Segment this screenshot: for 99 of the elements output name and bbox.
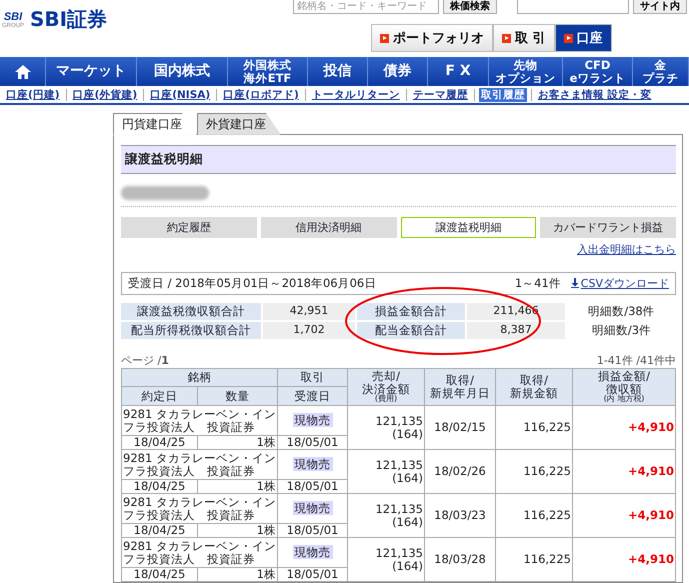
column-header: 受渡日 xyxy=(278,386,348,406)
report-tab[interactable]: 約定履歴 xyxy=(121,216,257,238)
site-search-button[interactable]: サイト内 xyxy=(633,0,687,14)
table-cell: 116,225 xyxy=(496,538,572,582)
table-cell: 9281 タカラレーベン・インフラ投資法人 投資証券 xyxy=(122,406,278,436)
table-cell: 18/05/01 xyxy=(278,524,348,538)
quick-button[interactable]: 口座 xyxy=(554,24,612,52)
logo-text: SBI証券 xyxy=(30,6,108,33)
detail-count: 明細数/38件 xyxy=(587,302,656,320)
table-cell: 18/05/01 xyxy=(278,480,348,494)
subnav-link[interactable]: テーマ履歴 xyxy=(410,88,470,102)
summary-value: 42,951 xyxy=(263,302,355,320)
column-header: 取引 xyxy=(278,368,348,387)
column-header: 取得/ 新規金額 xyxy=(496,368,572,406)
table-cell: 9281 タカラレーベン・インフラ投資法人 投資証券 xyxy=(122,494,278,524)
table-cell: 1株 xyxy=(198,568,278,582)
home-icon xyxy=(14,64,32,80)
table-cell: 現物売 xyxy=(278,450,348,480)
page-indicator: ページ /1 xyxy=(121,352,169,368)
table-cell: 9281 タカラレーベン・インフラ投資法人 投資証券 xyxy=(122,538,278,568)
column-header: 売却/ 決済金額 (費用) xyxy=(348,368,424,406)
table-cell: 現物売 xyxy=(278,494,348,524)
table-cell: 18/04/25 xyxy=(122,568,198,582)
subnav-link[interactable]: トータルリターン xyxy=(310,88,402,102)
nav-tab[interactable]: 外国株式 海外ETF xyxy=(228,57,308,86)
table-cell: 116,225 xyxy=(496,494,572,538)
nav-tab[interactable]: 債券 xyxy=(368,57,428,86)
result-range: 1-41件 /41件中 xyxy=(596,352,676,368)
table-cell: 121,135 (164) xyxy=(348,494,424,538)
summary-label: 譲渡益税徴収額合計 xyxy=(121,302,261,320)
table-cell: 18/04/25 xyxy=(122,436,198,450)
nav-tab[interactable]: マーケット xyxy=(46,57,137,86)
quick-button[interactable]: 取 引 xyxy=(493,24,555,52)
nav-tab[interactable]: CFD eワラント xyxy=(563,57,633,86)
detail-count: 明細数/3件 xyxy=(590,322,652,339)
column-header: 数量 xyxy=(198,386,278,406)
nav-tab[interactable]: 国内株式 xyxy=(137,57,228,86)
subnav-link[interactable]: 取引履歴 xyxy=(478,88,527,102)
table-cell: +4,910 xyxy=(572,494,676,538)
logo-mark: SBI xyxy=(4,10,22,22)
table-cell: 9281 タカラレーベン・インフラ投資法人 投資証券 xyxy=(122,450,278,480)
table-cell: +4,910 xyxy=(572,538,676,582)
table-cell: 18/04/25 xyxy=(122,524,198,538)
home-button[interactable] xyxy=(0,57,46,86)
cash-statement-link[interactable]: 入出金明細はこちら xyxy=(577,242,676,257)
table-cell: 18/02/15 xyxy=(424,406,496,450)
table-cell: 18/03/28 xyxy=(424,538,496,582)
table-cell: 18/02/26 xyxy=(424,450,496,494)
subnav-link[interactable]: 口座(外貨建) xyxy=(70,88,140,102)
table-cell: 121,135 (164) xyxy=(348,406,424,450)
site-search-field[interactable] xyxy=(517,0,629,14)
table-cell: 116,225 xyxy=(496,406,572,450)
subnav-link[interactable]: お客さま情報 設定・変 xyxy=(536,88,654,102)
table-cell: +4,910 xyxy=(572,450,676,494)
column-header: 銘柄 xyxy=(122,368,278,387)
summary-label: 損益金額合計 xyxy=(357,302,465,320)
column-header: 損益金額/ 徴収額 (内 地方税) xyxy=(572,368,676,406)
flag-icon xyxy=(502,34,511,42)
nav-tab[interactable]: 金 プラチ xyxy=(633,57,689,86)
table-cell: 18/05/01 xyxy=(278,568,348,582)
account-tab[interactable]: 外貨建口座 xyxy=(197,112,281,135)
nav-tab[interactable]: 投信 xyxy=(308,57,368,86)
table-cell: 18/04/25 xyxy=(122,480,198,494)
download-icon xyxy=(570,278,579,288)
table-cell: 現物売 xyxy=(278,406,348,436)
section-title: 譲渡益税明細 xyxy=(121,144,676,174)
column-header: 約定日 xyxy=(122,386,198,406)
subnav-link[interactable]: 口座(ロボアド) xyxy=(221,88,301,102)
report-tab[interactable]: 信用決済明細 xyxy=(260,216,396,238)
table-cell: 116,225 xyxy=(496,450,572,494)
report-tab[interactable]: 譲渡益税明細 xyxy=(400,216,536,238)
table-cell: 1株 xyxy=(198,480,278,494)
record-count: 1～41件 xyxy=(514,276,561,291)
flag-icon xyxy=(380,34,389,42)
flag-icon xyxy=(564,34,573,42)
column-header: 取得/ 新規年月日 xyxy=(424,368,496,406)
summary-value: 1,702 xyxy=(263,322,355,339)
summary-label: 配当所得税徴収額合計 xyxy=(121,322,261,339)
nav-tab[interactable]: 先物 オプション xyxy=(489,57,563,86)
subnav-link[interactable]: 口座(円建) xyxy=(4,88,62,102)
csv-download-link[interactable]: CSVダウンロード xyxy=(570,276,669,291)
subnav-link[interactable]: 口座(NISA) xyxy=(148,88,212,102)
summary-label: 配当金額合計 xyxy=(357,322,465,339)
table-cell: 18/03/23 xyxy=(424,494,496,538)
quick-button[interactable]: ポートフォリオ xyxy=(371,24,493,52)
account-tab[interactable]: 円貨建口座 xyxy=(113,112,197,135)
report-tab[interactable]: カバードワラント損益 xyxy=(540,216,676,238)
period-text: 受渡日 / 2018年05月01日～2018年06月06日 xyxy=(128,276,376,291)
nav-tab[interactable]: F X xyxy=(428,57,489,86)
search-field[interactable]: 銘柄名・コード・キーワード xyxy=(293,0,439,14)
table-cell: 1株 xyxy=(198,524,278,538)
table-cell: +4,910 xyxy=(572,406,676,450)
summary-value: 8,387 xyxy=(467,322,565,339)
table-cell: 121,135 (164) xyxy=(348,450,424,494)
stock-search-button[interactable]: 株価検索 xyxy=(443,0,497,14)
table-cell: 現物売 xyxy=(278,538,348,568)
table-cell: 121,135 (164) xyxy=(348,538,424,582)
table-cell: 1株 xyxy=(198,436,278,450)
table-cell: 18/05/01 xyxy=(278,436,348,450)
